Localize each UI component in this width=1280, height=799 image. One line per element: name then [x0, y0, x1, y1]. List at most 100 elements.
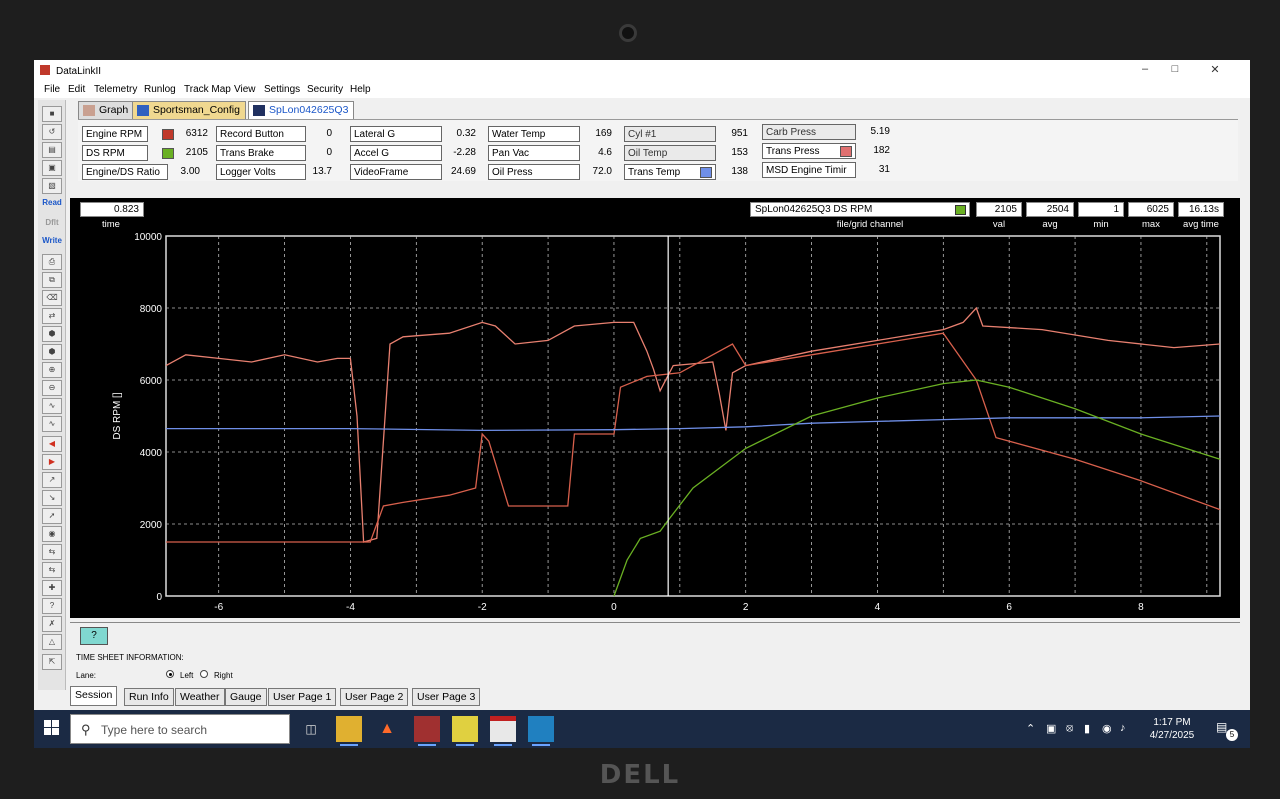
channel-swap-icon[interactable]: ⇆	[42, 562, 62, 578]
menu-settings[interactable]: Settings	[264, 84, 300, 95]
line-up-icon[interactable]: ↗	[42, 472, 62, 488]
tab-gauge[interactable]: Gauge	[225, 688, 267, 706]
menu-help[interactable]: Help	[350, 84, 371, 95]
channel-lateral-g[interactable]: Lateral G 0.32	[350, 126, 480, 142]
channel-videoframe[interactable]: VideoFrame 24.69	[350, 164, 480, 180]
camera-icon[interactable]: ▣	[1046, 722, 1056, 735]
brave-browser-icon[interactable]: ▲	[374, 716, 400, 742]
lane-label: Lane:	[76, 671, 97, 680]
val-label: val	[992, 219, 1006, 230]
menu-track-map[interactable]: Track Map	[184, 84, 231, 95]
chevron-up-icon[interactable]: ⌃	[1026, 722, 1035, 735]
channel-logger-volts[interactable]: Logger Volts 13.7	[216, 164, 336, 180]
default-button[interactable]: Dflt	[42, 216, 62, 232]
tab-user-page-2[interactable]: User Page 2	[340, 688, 409, 706]
notification-icon[interactable]: ▤ 5	[1216, 720, 1238, 741]
minimize-button[interactable]: –	[1134, 63, 1156, 75]
line-down-icon[interactable]: ↘	[42, 490, 62, 506]
copy-icon[interactable]: ⧉	[42, 272, 62, 288]
channel-engine-rpm[interactable]: Engine RPM 6312	[82, 126, 212, 142]
lane-left-radio[interactable]	[166, 670, 174, 678]
help-button[interactable]: ?	[80, 627, 108, 645]
maximize-button[interactable]: □	[1164, 63, 1186, 75]
arrow-left-icon[interactable]: ◀	[42, 436, 62, 452]
refresh-icon[interactable]: ↺	[42, 124, 62, 140]
graph-wave-icon[interactable]: ∿	[42, 398, 62, 414]
battery-icon[interactable]: ▮	[1084, 722, 1090, 735]
gear-icon[interactable]: ⬢	[42, 344, 62, 360]
menu-file[interactable]: File	[44, 84, 60, 95]
menu-security[interactable]: Security	[307, 84, 343, 95]
app-icon	[40, 65, 50, 75]
save-icon[interactable]: ▣	[42, 160, 62, 176]
channel-accel-g[interactable]: Accel G -2.28	[350, 145, 480, 161]
clock[interactable]: 1:17 PM 4/27/2025	[1142, 716, 1202, 742]
tab-run-info[interactable]: Run Info	[124, 688, 174, 706]
app-icon-3[interactable]	[528, 716, 554, 746]
line-icon[interactable]: ➚	[42, 508, 62, 524]
tab-user-page-1[interactable]: User Page 1	[268, 688, 337, 706]
channel-water-temp[interactable]: Water Temp 169	[488, 126, 614, 142]
print-icon[interactable]: ⎙	[42, 254, 62, 270]
write-button[interactable]: Write	[42, 234, 62, 250]
globe-icon[interactable]: ◉	[1102, 722, 1112, 735]
app-icon-1[interactable]	[414, 716, 440, 746]
channel-record-button[interactable]: Record Button 0	[216, 126, 336, 142]
taskbar: ⚲ Type here to search ◫ ▲ ⌃ ▣ ⦻ ▮ ◉ ♪ 1:…	[34, 710, 1250, 748]
channel-trans-press[interactable]: Trans Press 182	[762, 143, 892, 159]
tab-weather[interactable]: Weather	[175, 688, 225, 706]
channel-ds-rpm[interactable]: DS RPM 2105	[82, 145, 212, 161]
lane-right-radio[interactable]	[200, 670, 208, 678]
channel-trans-brake[interactable]: Trans Brake 0	[216, 145, 336, 161]
add-marker-icon[interactable]: ✚	[42, 580, 62, 596]
tab-graph[interactable]: Graph	[78, 101, 135, 119]
new-file-icon[interactable]: ■	[42, 106, 62, 122]
zoom-out-icon[interactable]: ⊖	[42, 380, 62, 396]
zoom-in-icon[interactable]: ⊕	[42, 362, 62, 378]
windows-start-icon[interactable]	[44, 720, 60, 736]
open-folder-icon[interactable]: ▤	[42, 142, 62, 158]
channel-trans-temp[interactable]: Trans Temp 138	[624, 164, 752, 180]
settings-icon[interactable]: ⬢	[42, 326, 62, 342]
tab-config[interactable]: Sportsman_Config	[132, 101, 246, 119]
menu-telemetry[interactable]: Telemetry	[94, 84, 137, 95]
channel-oil-temp[interactable]: Oil Temp 153	[624, 145, 752, 161]
read-button[interactable]: Read	[42, 196, 62, 212]
menu-view[interactable]: View	[234, 84, 256, 95]
channel-oil-press[interactable]: Oil Press 72.0	[488, 164, 614, 180]
app-icon-2[interactable]	[452, 716, 478, 746]
close-button[interactable]: ✕	[1204, 63, 1226, 76]
remove-marker-icon[interactable]: ?	[42, 598, 62, 614]
tab-user-page-3[interactable]: User Page 3	[412, 688, 481, 706]
mute-icon[interactable]: ⦻	[1066, 722, 1073, 735]
channel-icon[interactable]: ⇆	[42, 544, 62, 560]
menu-runlog[interactable]: Runlog	[144, 84, 176, 95]
compare-icon[interactable]: ⇄	[42, 308, 62, 324]
y-tick-label: 0	[156, 592, 162, 603]
exit-icon[interactable]: ✗	[42, 616, 62, 632]
chart-icon[interactable]: △	[42, 634, 62, 650]
datalink-taskbar-icon[interactable]	[490, 716, 516, 746]
channel-pan-vac[interactable]: Pan Vac 4.6	[488, 145, 614, 161]
taskbar-search[interactable]: ⚲ Type here to search	[70, 714, 290, 744]
globe-icon[interactable]: ◉	[42, 526, 62, 542]
channel-cyl1[interactable]: Cyl #1 951	[624, 126, 752, 142]
channel-engine-ds-ratio[interactable]: Engine/DS Ratio 3.00	[82, 164, 232, 180]
open-icon[interactable]: ▧	[42, 178, 62, 194]
arrow-right-icon[interactable]: ▶	[42, 454, 62, 470]
file-channel-swatch	[955, 205, 966, 215]
volume-icon[interactable]: ♪	[1120, 722, 1126, 734]
graph-scale-icon[interactable]: ∿	[42, 416, 62, 432]
task-view-icon[interactable]: ◫	[298, 716, 324, 742]
graph-chart[interactable]: 0200040006000800010000-6 -4 -2 0 2 4 6 8DS RPM …	[70, 198, 1240, 618]
erase-icon[interactable]: ⌫	[42, 290, 62, 306]
file-explorer-icon[interactable]	[336, 716, 362, 746]
help-pointer-icon[interactable]: ⇱	[42, 654, 62, 670]
file-channel-box[interactable]: SpLon042625Q3 DS RPM	[750, 202, 970, 217]
trans-press-swatch	[840, 146, 852, 157]
channel-msd-timing[interactable]: MSD Engine Timir 31	[762, 162, 892, 178]
menu-edit[interactable]: Edit	[68, 84, 85, 95]
channel-carb-press[interactable]: Carb Press 5.19	[762, 124, 892, 140]
tab-run-file[interactable]: SpLon042625Q3	[248, 101, 355, 119]
tab-session[interactable]: Session	[70, 686, 118, 706]
